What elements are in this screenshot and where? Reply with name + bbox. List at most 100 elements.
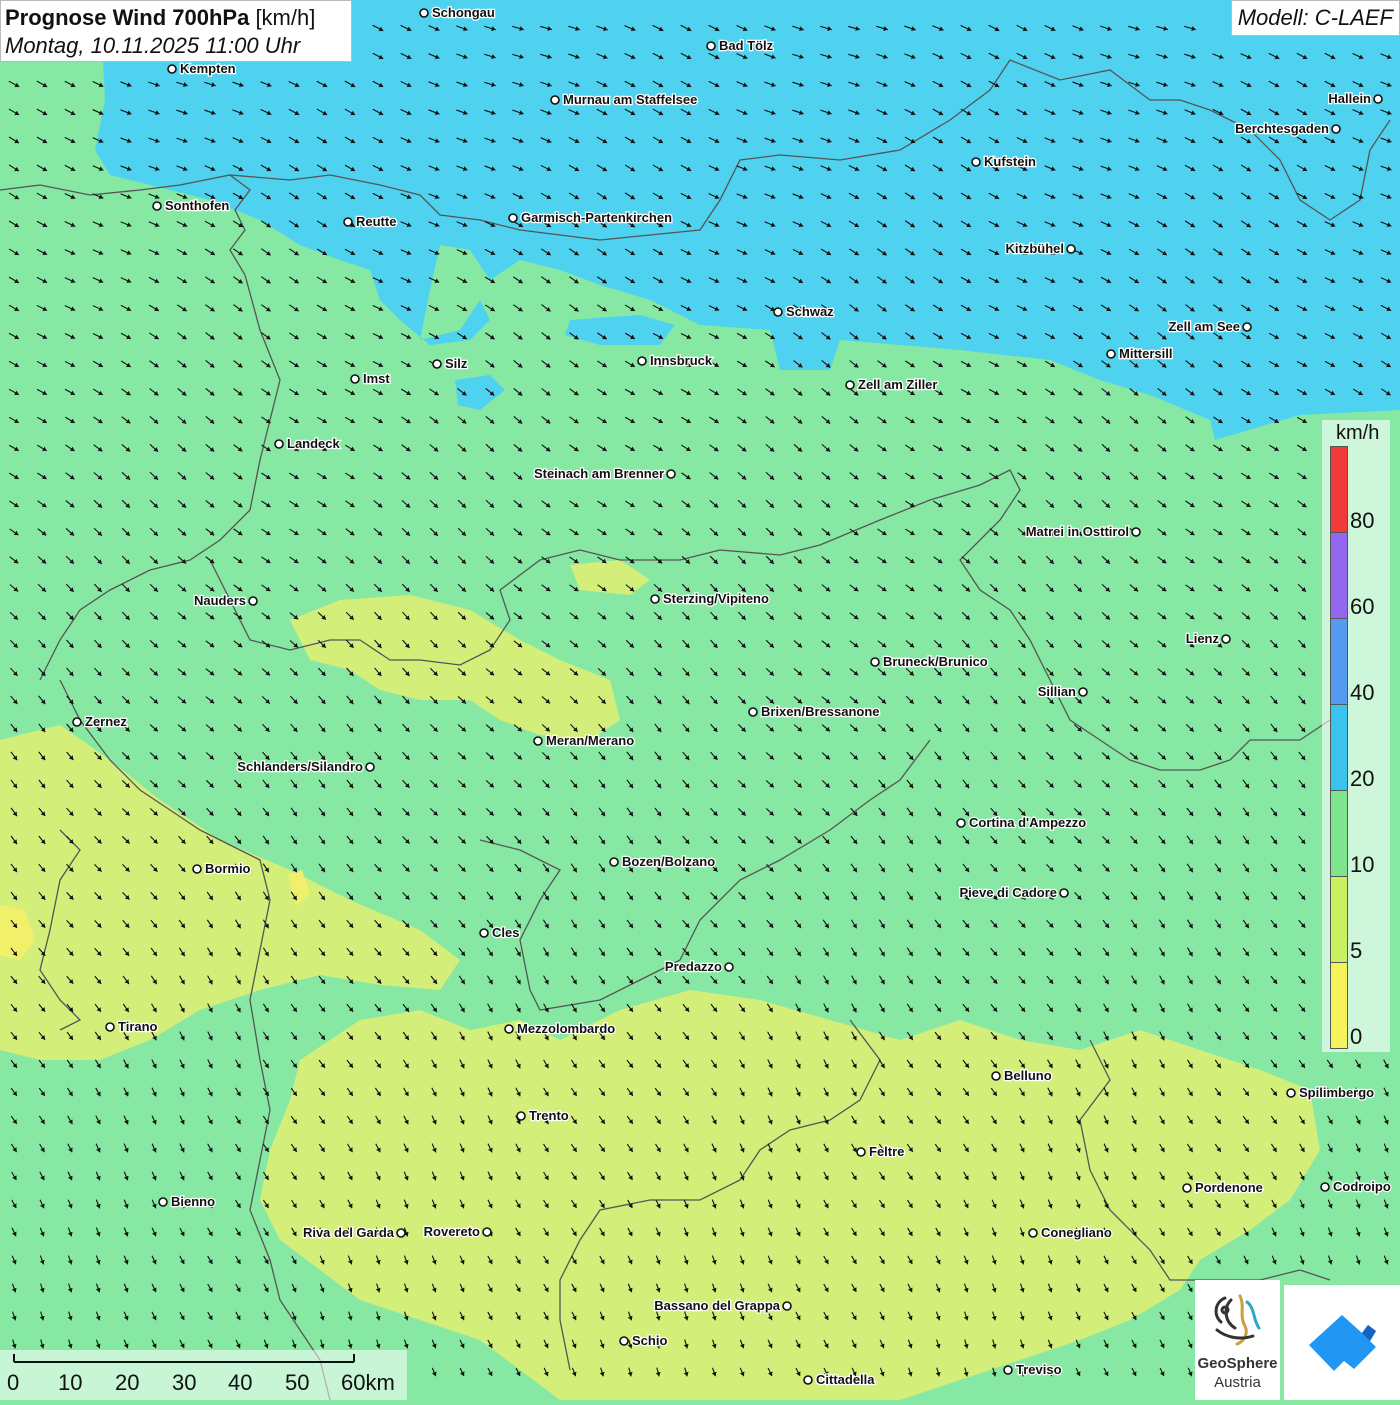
city-marker: Pordenone xyxy=(1182,1179,1264,1196)
city-label: Trento xyxy=(529,1108,569,1123)
city-dot-icon xyxy=(432,359,442,369)
legend-label-20: 20 xyxy=(1350,766,1375,791)
scale-label-0: 0 xyxy=(7,1370,20,1395)
city-marker: Pieve di Cadore xyxy=(958,884,1069,901)
city-label: Meran/Merano xyxy=(546,733,634,748)
city-label: Mittersill xyxy=(1119,346,1172,361)
city-dot-icon xyxy=(609,857,619,867)
city-dot-icon xyxy=(1286,1088,1296,1098)
legend-swatch-0 xyxy=(1330,962,1348,1049)
city-dot-icon xyxy=(248,596,258,606)
city-label: Berchtesgaden xyxy=(1235,121,1329,136)
legend-label-60: 60 xyxy=(1350,594,1375,619)
city-dot-icon xyxy=(533,736,543,746)
legend-unit: km/h xyxy=(1336,422,1380,444)
legend-swatch-60 xyxy=(1330,532,1348,619)
city-label: Zell am See xyxy=(1168,319,1240,334)
city-dot-icon xyxy=(1059,888,1069,898)
city-label: Schlanders/Silandro xyxy=(237,759,363,774)
city-dot-icon xyxy=(1078,687,1088,697)
title-box: Prognose Wind 700hPa [km/h] Montag, 10.1… xyxy=(0,0,352,62)
city-label: Conegliano xyxy=(1041,1225,1112,1240)
city-label: Bassano del Grappa xyxy=(654,1298,780,1313)
legend-label-10: 10 xyxy=(1350,852,1375,877)
city-dot-icon xyxy=(482,1227,492,1237)
legend-label-80: 80 xyxy=(1350,508,1375,533)
city-label: Bienno xyxy=(171,1194,215,1209)
city-label: Cittadella xyxy=(816,1372,875,1387)
app-logo-icon xyxy=(1309,1315,1376,1371)
map-title: Prognose Wind 700hPa [km/h] xyxy=(5,4,347,32)
legend-label-5: 5 xyxy=(1350,938,1363,963)
city-dot-icon xyxy=(274,439,284,449)
city-label: Schwaz xyxy=(786,304,834,319)
city-dot-icon xyxy=(152,201,162,211)
scale-label-40: 40 xyxy=(228,1370,253,1395)
city-label: Spilimbergo xyxy=(1299,1085,1374,1100)
city-dot-icon xyxy=(365,762,375,772)
scale-bar: 0 10 20 30 40 50 60km xyxy=(0,1350,407,1400)
city-dot-icon xyxy=(516,1111,526,1121)
scale-label-10: 10 xyxy=(58,1370,83,1395)
city-label: Murnau am Staffelsee xyxy=(563,92,697,107)
city-dot-icon xyxy=(748,707,758,717)
forecast-datetime: Montag, 10.11.2025 11:00 Uhr xyxy=(5,33,301,58)
city-dot-icon xyxy=(971,157,981,167)
city-marker: Conegliano xyxy=(1028,1224,1113,1241)
city-label: Lienz xyxy=(1186,631,1220,646)
city-label: Bormio xyxy=(205,861,251,876)
color-legend: km/h 80 60 40 20 10 5 0 xyxy=(1322,420,1390,1052)
legend-swatch-80 xyxy=(1330,446,1348,533)
legend-label-40: 40 xyxy=(1350,680,1375,705)
city-label: Imst xyxy=(363,371,390,386)
city-marker: Schongau xyxy=(419,4,496,21)
city-dot-icon xyxy=(782,1301,792,1311)
city-dot-icon xyxy=(72,717,82,727)
city-label: Kempten xyxy=(180,61,236,76)
scale-label-20: 20 xyxy=(115,1370,140,1395)
city-label: Tirano xyxy=(118,1019,158,1034)
city-dot-icon xyxy=(706,41,716,51)
city-label: Sillian xyxy=(1038,684,1076,699)
city-marker: Bassano del Grappa xyxy=(653,1297,792,1314)
app-logo[interactable] xyxy=(1284,1285,1400,1400)
city-label: Bruneck/Brunico xyxy=(883,654,988,669)
city-dot-icon xyxy=(1003,1365,1013,1375)
city-label: Reutte xyxy=(356,214,396,229)
city-label: Sonthofen xyxy=(165,198,229,213)
city-label: Garmisch-Partenkirchen xyxy=(521,210,672,225)
scale-label-60km: 60km xyxy=(341,1370,395,1395)
city-dot-icon xyxy=(1373,94,1383,104)
city-marker: Murnau am Staffelsee xyxy=(550,91,699,108)
city-label: Steinach am Brenner xyxy=(534,466,664,481)
scale-label-30: 30 xyxy=(172,1370,197,1395)
logo-text-austria: Austria xyxy=(1214,1374,1261,1391)
city-label: Codroipo xyxy=(1333,1179,1391,1194)
city-dot-icon xyxy=(803,1375,813,1385)
geosphere-logo[interactable]: GeoSphere Austria xyxy=(1195,1280,1280,1400)
city-marker: Zell am See xyxy=(1167,318,1252,335)
city-marker: Sonthofen xyxy=(152,197,231,214)
city-label: Riva del Garda xyxy=(303,1225,395,1240)
city-dot-icon xyxy=(1320,1182,1330,1192)
city-label: Zernez xyxy=(85,714,127,729)
city-dot-icon xyxy=(870,657,880,667)
city-label: Kufstein xyxy=(984,154,1036,169)
city-marker: Mezzolombardo xyxy=(504,1020,617,1037)
scale-label-50: 50 xyxy=(285,1370,310,1395)
city-dot-icon xyxy=(105,1022,115,1032)
legend-swatch-40 xyxy=(1330,618,1348,705)
legend-label-0: 0 xyxy=(1350,1024,1363,1049)
legend-swatch-20 xyxy=(1330,704,1348,791)
city-label: Landeck xyxy=(287,436,341,451)
city-dot-icon xyxy=(1028,1228,1038,1238)
city-marker: Bruneck/Brunico xyxy=(870,653,989,670)
wind-map[interactable]: Schongau Bad Tölz Kempten Murnau am Staffel… xyxy=(0,0,1400,1400)
city-label: Schio xyxy=(632,1333,667,1348)
city-label: Hallein xyxy=(1328,91,1371,106)
city-label: Bad Tölz xyxy=(719,38,774,53)
model-label: Modell: C-LAEF xyxy=(1230,0,1400,36)
city-dot-icon xyxy=(1106,349,1116,359)
city-dot-icon xyxy=(856,1147,866,1157)
geosphere-emblem-icon xyxy=(1214,1294,1261,1346)
